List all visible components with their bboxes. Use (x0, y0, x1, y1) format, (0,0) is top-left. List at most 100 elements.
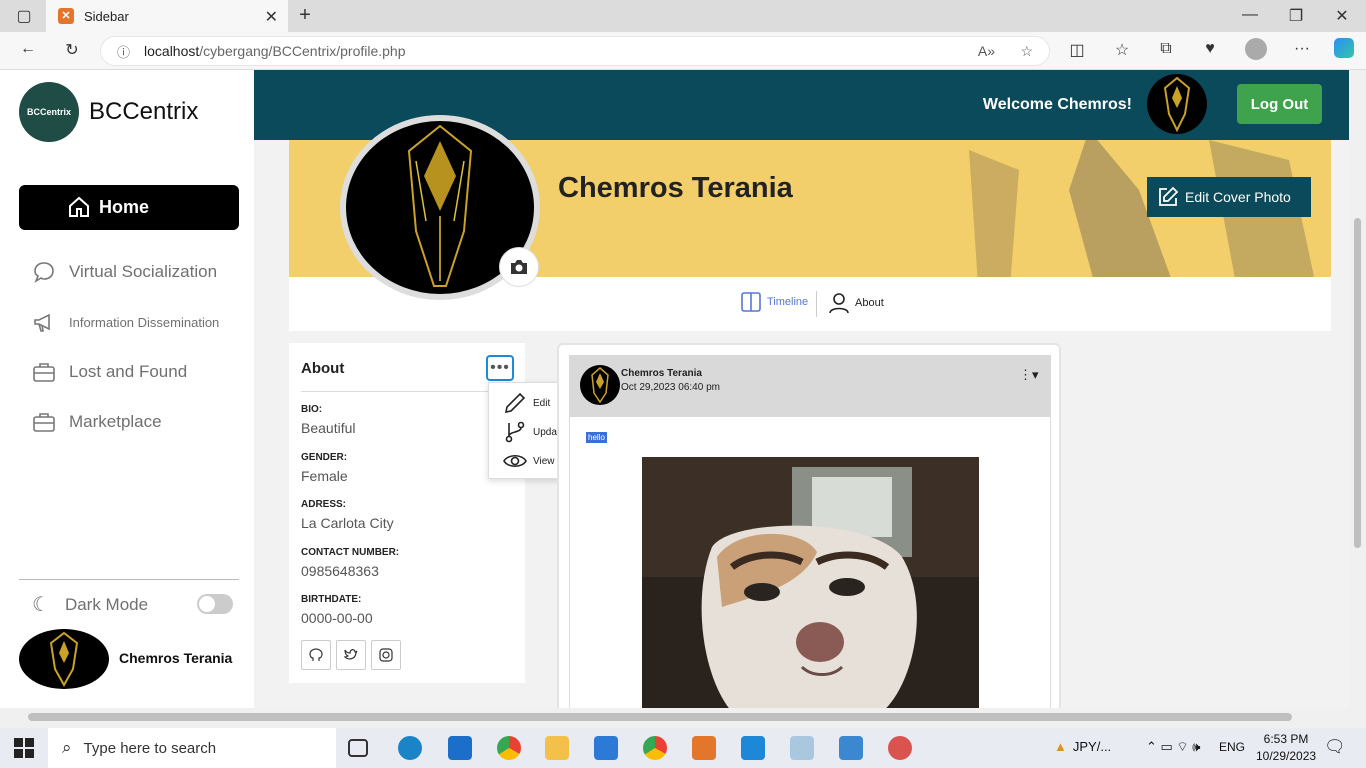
edit-icon (1159, 186, 1179, 206)
tab-label: Timeline (767, 296, 809, 308)
about-divider (301, 391, 513, 392)
user-icon (829, 293, 849, 314)
tab-about[interactable]: About (829, 292, 884, 314)
post-photo[interactable] (642, 457, 979, 708)
more-icon[interactable]: ··· (1290, 40, 1314, 58)
tab-close-icon[interactable]: ✕ (265, 7, 278, 27)
notifications-icon[interactable]: 🗨 (1324, 737, 1346, 757)
sidebar-item-lost-and-found[interactable]: Lost and Found (32, 360, 187, 384)
windows-start-icon[interactable] (14, 738, 34, 758)
favorites-icon[interactable]: ☆ (1110, 40, 1134, 60)
field-label-birthdate: BIRTHDATE: (301, 594, 362, 605)
profile-icon[interactable] (1244, 38, 1268, 65)
ellipsis-icon: ••• (490, 359, 510, 376)
mail-taskbar-icon[interactable] (448, 736, 472, 760)
browser-tab-bar: ▢ ✕ Sidebar ✕ + — ❐ ✕ (0, 0, 1366, 32)
clock-date: 10/29/2023 (1256, 749, 1317, 763)
sidebar-item-label: Marketplace (69, 412, 162, 431)
tray-icons[interactable]: ⌃ ▭ ⌔ 🕪 (1146, 739, 1200, 755)
vertical-scrollbar[interactable] (1349, 70, 1366, 708)
header-avatar[interactable] (1147, 74, 1207, 134)
menu-item-update[interactable]: Update (503, 420, 565, 444)
sidebar-user-avatar[interactable] (19, 629, 109, 689)
logout-button[interactable]: Log Out (1237, 84, 1322, 124)
edge-taskbar-icon[interactable] (398, 736, 422, 760)
app-taskbar-icon[interactable] (790, 736, 814, 760)
refresh-icon[interactable]: ↻ (60, 40, 84, 60)
info-icon[interactable]: ⓘ (117, 42, 130, 61)
post-options-icon[interactable]: ⋮▾ (1019, 367, 1039, 383)
read-aloud-icon[interactable]: A» (978, 43, 995, 59)
field-value-birthdate: 0000-00-00 (301, 610, 373, 626)
snipping-taskbar-icon[interactable] (888, 736, 912, 760)
dog-photo-image (642, 457, 979, 708)
file-explorer-taskbar-icon[interactable] (545, 736, 569, 760)
tab-actions-icon[interactable]: ▢ (12, 6, 36, 26)
favorite-star-icon[interactable]: ☆ (1020, 43, 1033, 60)
columns-icon (741, 292, 761, 312)
store-taskbar-icon[interactable] (594, 736, 618, 760)
post-author-avatar[interactable] (580, 365, 620, 405)
twitter-button[interactable] (336, 640, 366, 670)
browser-tab[interactable]: ✕ Sidebar ✕ (46, 0, 288, 32)
post-header: Chemros Terania Oct 29,2023 06:40 pm ⋮▾ (569, 355, 1051, 417)
photos-taskbar-icon[interactable] (839, 736, 863, 760)
instagram-icon (379, 648, 393, 662)
chrome-taskbar-icon[interactable] (497, 736, 521, 760)
coin-icon: ▲ (1054, 739, 1067, 754)
sidebar-item-virtual-socialization[interactable]: Virtual Socialization (32, 260, 217, 284)
url-host: localhost (144, 43, 200, 59)
sidebar-item-information-dissemination[interactable]: Information Dissemination (32, 310, 219, 334)
minimize-icon[interactable]: — (1238, 6, 1262, 24)
horizontal-scroll-thumb[interactable] (28, 713, 1292, 721)
github-button[interactable] (301, 640, 331, 670)
task-view-icon[interactable] (348, 739, 368, 757)
field-label-address: ADRESS: (301, 499, 347, 510)
menu-item-edit[interactable]: Edit (503, 391, 550, 415)
search-placeholder: Type here to search (83, 739, 217, 757)
maximize-icon[interactable]: ❐ (1284, 6, 1308, 26)
brand-name: BCCentrix (89, 98, 199, 125)
branch-icon (505, 421, 525, 443)
dark-mode-toggle[interactable] (197, 594, 233, 614)
field-value-gender: Female (301, 468, 348, 484)
sidebar-item-marketplace[interactable]: Marketplace (32, 410, 162, 434)
chrome-profile-taskbar-icon[interactable] (643, 736, 667, 760)
sidebar-divider (19, 579, 239, 580)
vertical-scroll-thumb[interactable] (1354, 218, 1361, 548)
field-value-bio: Beautiful (301, 420, 356, 436)
xampp-taskbar-icon[interactable] (692, 736, 716, 760)
instagram-button[interactable] (371, 640, 401, 670)
chat-icon (34, 262, 54, 283)
post-body: hello (569, 417, 1051, 708)
language-indicator[interactable]: ENG (1219, 740, 1245, 754)
post-date: Oct 29,2023 06:40 pm (621, 382, 720, 393)
window-close-icon[interactable]: ✕ (1330, 6, 1354, 26)
currency-widget[interactable]: ▲ JPY/... (1054, 739, 1111, 754)
url-bar[interactable]: ⓘ localhost/cybergang/BCCentrix/profile.… (100, 36, 1050, 66)
extensions-icon[interactable]: ♥ (1198, 40, 1222, 58)
clock[interactable]: 6:53 PM 10/29/2023 (1256, 731, 1316, 765)
back-icon[interactable]: ← (16, 40, 40, 58)
new-tab-icon[interactable]: + (293, 4, 317, 27)
dark-mode-row: ☾ Dark Mode (32, 592, 148, 617)
post-text: hello (586, 432, 607, 443)
split-screen-icon[interactable]: ◫ (1065, 40, 1089, 60)
vscode-taskbar-icon[interactable] (741, 736, 765, 760)
change-avatar-button[interactable] (499, 247, 539, 287)
sidebar-item-home[interactable]: Home (19, 185, 239, 230)
field-label-contact: CONTACT NUMBER: (301, 547, 400, 558)
tab-timeline[interactable]: Timeline (741, 292, 808, 312)
taskbar-search[interactable]: ⌕ Type here to search (48, 728, 336, 768)
copilot-icon[interactable] (1332, 38, 1356, 63)
xampp-favicon-icon: ✕ (58, 8, 74, 24)
logo[interactable]: BCCentrix (19, 82, 79, 142)
camera-icon (511, 260, 527, 274)
about-options-button[interactable]: ••• (486, 355, 514, 381)
tab-divider (816, 291, 817, 317)
collections-icon[interactable]: ⧉ (1154, 40, 1178, 58)
horizontal-scrollbar[interactable] (0, 708, 1349, 725)
edit-cover-photo-button[interactable]: Edit Cover Photo (1147, 177, 1311, 217)
sidebar-item-label: Information Dissemination (69, 314, 220, 330)
post-author-name[interactable]: Chemros Terania (621, 368, 702, 379)
